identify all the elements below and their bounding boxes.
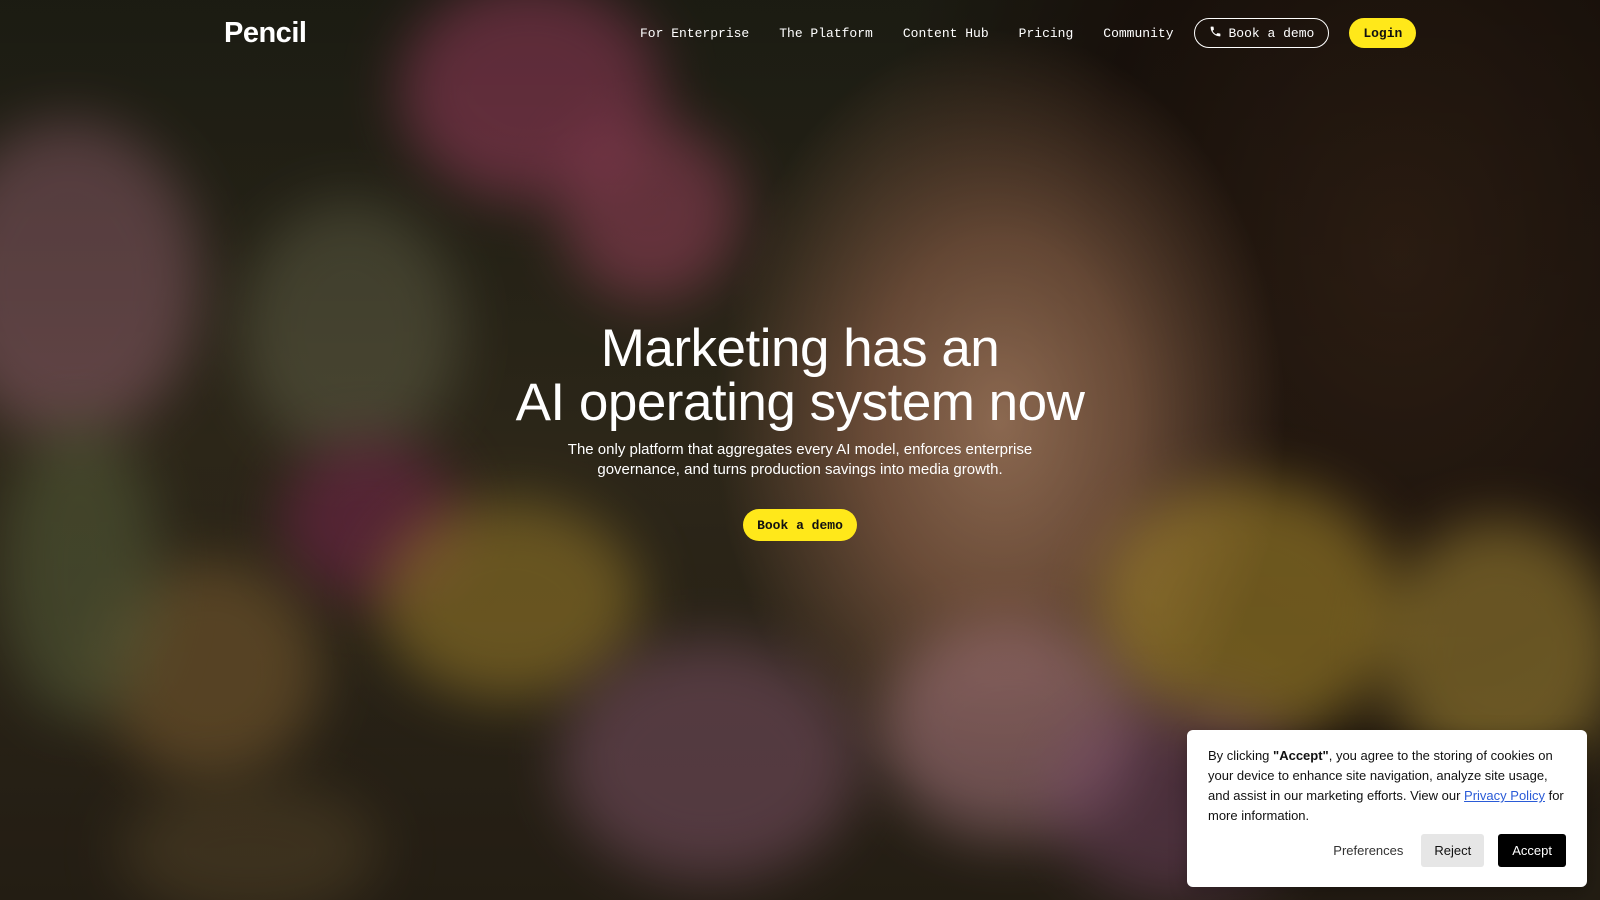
cookie-consent-banner: By clicking "Accept", you agree to the s…	[1187, 730, 1587, 887]
hero-title-line-1: Marketing has an	[600, 319, 1000, 378]
hero-title-line-2: AI operating system now	[515, 373, 1085, 432]
nav-link-the-platform[interactable]: The Platform	[779, 26, 873, 41]
pencil-logo[interactable]: Pencil	[224, 17, 307, 50]
cookie-text-accept-emphasis: "Accept"	[1273, 748, 1329, 763]
book-demo-hero-button[interactable]: Book a demo	[743, 509, 857, 541]
cookie-preferences-button[interactable]: Preferences	[1329, 843, 1407, 858]
nav-link-community[interactable]: Community	[1103, 26, 1173, 41]
book-demo-nav-button[interactable]: Book a demo	[1193, 18, 1330, 48]
login-button[interactable]: Login	[1349, 18, 1417, 48]
nav-link-pricing[interactable]: Pricing	[1019, 26, 1074, 41]
nav-link-content-hub[interactable]: Content Hub	[903, 26, 989, 41]
cookie-text-before: By clicking	[1208, 748, 1274, 763]
phone-icon	[1209, 25, 1222, 42]
main-nav: For Enterprise The Platform Content Hub …	[640, 18, 1417, 48]
hero-section: Marketing has an AI operating system now…	[0, 322, 1600, 541]
hero-subtitle: The only platform that aggregates every …	[567, 441, 1033, 478]
cookie-actions: Preferences Reject Accept	[1329, 834, 1566, 867]
book-demo-nav-label: Book a demo	[1228, 25, 1315, 41]
nav-link-for-enterprise[interactable]: For Enterprise	[640, 26, 749, 41]
cookie-reject-button[interactable]: Reject	[1421, 834, 1485, 867]
site-header: Pencil For Enterprise The Platform Conte…	[0, 0, 1600, 66]
privacy-policy-link[interactable]: Privacy Policy	[1464, 788, 1545, 803]
hero-title: Marketing has an AI operating system now	[0, 322, 1600, 430]
cookie-accept-button[interactable]: Accept	[1498, 834, 1566, 867]
cookie-message: By clicking "Accept", you agree to the s…	[1208, 746, 1567, 826]
